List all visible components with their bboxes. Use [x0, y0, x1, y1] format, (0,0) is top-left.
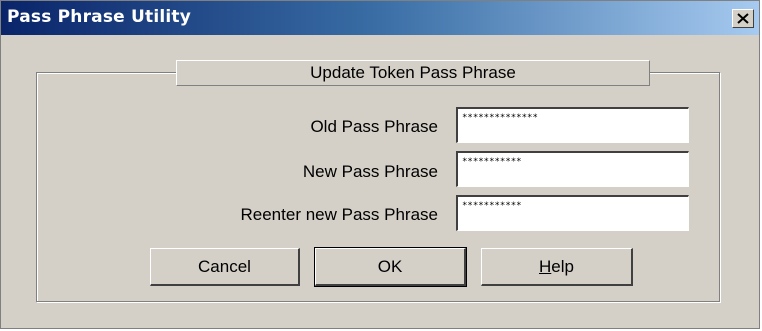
help-label-rest: elp [551, 256, 574, 276]
ok-button[interactable]: OK [314, 247, 467, 287]
help-mnemonic: H [539, 256, 552, 276]
window-title: Pass Phrase Utility [7, 7, 192, 27]
close-icon [737, 13, 749, 24]
ok-button-label: OK [377, 256, 403, 276]
new-pass-phrase-label: New Pass Phrase [302, 162, 438, 181]
title-bar[interactable]: Pass Phrase Utility [1, 1, 759, 35]
reenter-pass-phrase-label: Reenter new Pass Phrase [240, 205, 439, 224]
reenter-pass-phrase-input[interactable]: *********** [456, 195, 689, 231]
new-pass-phrase-input[interactable]: *********** [456, 151, 689, 187]
old-pass-phrase-label: Old Pass Phrase [310, 117, 438, 136]
cancel-button-label: Cancel [198, 256, 251, 276]
old-pass-phrase-input[interactable]: ************** [456, 107, 689, 143]
help-button-label: Help [539, 257, 574, 277]
help-button[interactable]: Help [481, 248, 633, 286]
cancel-button[interactable]: Cancel [150, 248, 300, 286]
close-button[interactable] [732, 9, 754, 28]
group-title: Update Token Pass Phrase [176, 60, 650, 86]
